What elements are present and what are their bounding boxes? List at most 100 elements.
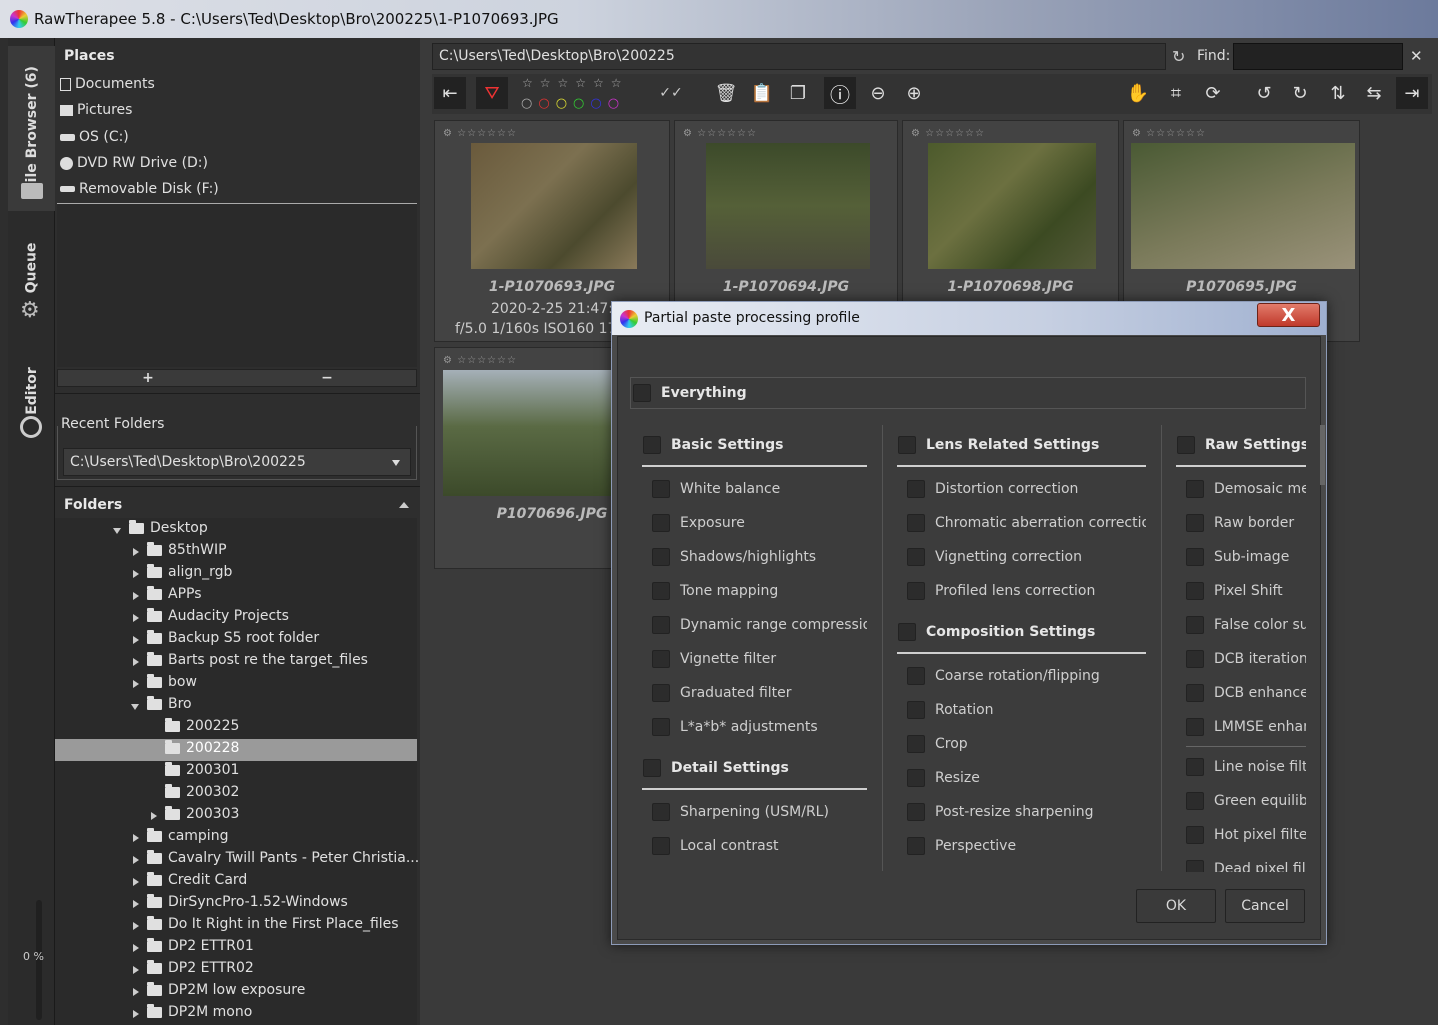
setting-checkbox[interactable]: False color sup: [1186, 616, 1306, 634]
setting-checkbox[interactable]: DCB enhancer: [1186, 684, 1306, 702]
section-checkbox[interactable]: Composition Settings: [898, 623, 1146, 641]
setting-checkbox[interactable]: Hot pixel filter: [1186, 826, 1306, 844]
collapse-icon[interactable]: [399, 502, 409, 508]
chevron-right-icon[interactable]: [133, 636, 139, 644]
chevron-right-icon[interactable]: [133, 658, 139, 666]
setting-checkbox[interactable]: LMMSE enhan: [1186, 718, 1306, 736]
recent-folders-select[interactable]: C:\Users\Ted\Desktop\Bro\200225: [63, 448, 411, 476]
section-checkbox[interactable]: Detail Settings: [643, 759, 867, 777]
section-checkbox[interactable]: Lens Related Settings: [898, 436, 1146, 454]
chevron-right-icon[interactable]: [133, 966, 139, 974]
place-dvd-d[interactable]: DVD RW Drive (D:): [60, 155, 208, 171]
ok-button[interactable]: OK: [1136, 889, 1216, 923]
setting-checkbox[interactable]: Demosaic met: [1186, 480, 1306, 498]
folder-item[interactable]: DP2 ETTR01: [147, 937, 254, 954]
setting-checkbox[interactable]: Sub-image: [1186, 548, 1306, 566]
hide-right-panel-icon[interactable]: ⇥: [1396, 77, 1428, 109]
folder-item[interactable]: Barts post re the target_files: [147, 651, 368, 668]
setting-checkbox[interactable]: White balance: [652, 480, 867, 498]
folder-item[interactable]: Cavalry Twill Pants - Peter Christia...: [147, 849, 419, 866]
color-label-filter-icons[interactable]: ○○○○○○: [521, 96, 625, 111]
rating-stars[interactable]: ⚙ ☆☆☆☆☆☆: [911, 128, 985, 139]
everything-checkbox[interactable]: Everything: [633, 384, 747, 402]
chevron-right-icon[interactable]: [133, 680, 139, 688]
place-documents[interactable]: Documents: [60, 76, 155, 92]
chevron-down-icon[interactable]: [131, 704, 139, 710]
setting-checkbox[interactable]: Perspective: [907, 837, 1146, 855]
zoom-in-icon[interactable]: ⊕: [898, 77, 930, 109]
setting-checkbox[interactable]: Profiled lens correction: [907, 582, 1146, 600]
filter-trash-icon[interactable]: ⛛: [476, 77, 508, 109]
folder-item[interactable]: 200228: [165, 739, 239, 756]
rotate-right-icon[interactable]: ↻: [1284, 77, 1316, 109]
section-checkbox[interactable]: Raw Settings: [1177, 436, 1306, 454]
folder-item[interactable]: 200225: [165, 717, 239, 734]
find-input[interactable]: [1233, 43, 1403, 70]
chevron-right-icon[interactable]: [133, 988, 139, 996]
clipboard-icon[interactable]: 📋: [746, 77, 778, 109]
folder-item[interactable]: Audacity Projects: [147, 607, 289, 624]
setting-checkbox[interactable]: Post-resize sharpening: [907, 803, 1146, 821]
chevron-right-icon[interactable]: [133, 1010, 139, 1018]
chevron-right-icon[interactable]: [133, 548, 139, 556]
folder-item[interactable]: Desktop: [129, 519, 208, 536]
setting-checkbox[interactable]: Graduated filter: [652, 684, 867, 702]
place-removable-f[interactable]: Removable Disk (F:): [60, 181, 219, 197]
trash-icon[interactable]: 🗑: [710, 77, 742, 109]
edited-filter-icon[interactable]: ✓✓: [655, 77, 687, 109]
add-place-button[interactable]: +: [58, 370, 238, 386]
folder-item[interactable]: camping: [147, 827, 228, 844]
info-icon[interactable]: ⓘ: [824, 77, 856, 109]
setting-checkbox[interactable]: DCB iterations: [1186, 650, 1306, 668]
folder-item[interactable]: Do It Right in the First Place_files: [147, 915, 399, 932]
zoom-out-icon[interactable]: ⊖: [862, 77, 894, 109]
rating-stars[interactable]: ⚙ ☆☆☆☆☆☆: [443, 128, 517, 139]
setting-checkbox[interactable]: Dynamic range compression: [652, 616, 867, 634]
scrollbar-thumb[interactable]: [1320, 425, 1325, 485]
star-filter-icons[interactable]: ☆☆☆☆☆☆: [522, 76, 629, 90]
setting-checkbox[interactable]: Rotation: [907, 701, 1146, 719]
setting-checkbox[interactable]: Green equilibr: [1186, 792, 1306, 810]
setting-checkbox[interactable]: Crop: [907, 735, 1146, 753]
setting-checkbox[interactable]: Shadows/highlights: [652, 548, 867, 566]
folder-item[interactable]: Credit Card: [147, 871, 247, 888]
folder-item[interactable]: Bro: [147, 695, 192, 712]
folder-item[interactable]: DP2M low exposure: [147, 981, 305, 998]
flip-horizontal-icon[interactable]: ⇆: [1358, 77, 1390, 109]
chevron-right-icon[interactable]: [133, 856, 139, 864]
flip-vertical-icon[interactable]: ⇅: [1322, 77, 1354, 109]
folder-item[interactable]: DP2 ETTR02: [147, 959, 254, 976]
setting-checkbox[interactable]: Distortion correction: [907, 480, 1146, 498]
setting-checkbox[interactable]: Vignette filter: [652, 650, 867, 668]
setting-checkbox[interactable]: Coarse rotation/flipping: [907, 667, 1146, 685]
folder-item[interactable]: 200301: [165, 761, 239, 778]
folder-item[interactable]: align_rgb: [147, 563, 232, 580]
folder-item[interactable]: bow: [147, 673, 197, 690]
hand-icon[interactable]: ✋: [1122, 77, 1154, 109]
chevron-right-icon[interactable]: [133, 592, 139, 600]
hide-left-panel-icon[interactable]: ⇤: [434, 77, 466, 109]
folder-item[interactable]: APPs: [147, 585, 202, 602]
remove-place-button[interactable]: −: [238, 370, 416, 386]
folder-item[interactable]: DirSyncPro-1.52-Windows: [147, 893, 348, 910]
folder-item[interactable]: 85thWIP: [147, 541, 227, 558]
folder-item[interactable]: 200302: [165, 783, 239, 800]
setting-checkbox[interactable]: Vignetting correction: [907, 548, 1146, 566]
setting-checkbox[interactable]: Chromatic aberration correction: [907, 514, 1146, 532]
rating-stars[interactable]: ⚙ ☆☆☆☆☆☆: [1132, 128, 1206, 139]
crop-icon[interactable]: ⌗: [1160, 77, 1192, 109]
cancel-button[interactable]: Cancel: [1225, 889, 1305, 923]
setting-checkbox[interactable]: L*a*b* adjustments: [652, 718, 867, 736]
rotate-left-icon[interactable]: ↺: [1248, 77, 1280, 109]
clear-find-button[interactable]: ✕: [1410, 47, 1423, 65]
setting-checkbox[interactable]: Local contrast: [652, 837, 867, 855]
setting-checkbox[interactable]: Sharpening (USM/RL): [652, 803, 867, 821]
chevron-right-icon[interactable]: [133, 570, 139, 578]
folder-item[interactable]: 200303: [165, 805, 239, 822]
chevron-right-icon[interactable]: [133, 900, 139, 908]
setting-checkbox[interactable]: Tone mapping: [652, 582, 867, 600]
chevron-right-icon[interactable]: [133, 878, 139, 886]
chevron-right-icon[interactable]: [133, 922, 139, 930]
setting-checkbox[interactable]: Line noise filte: [1186, 758, 1306, 776]
chevron-right-icon[interactable]: [133, 944, 139, 952]
